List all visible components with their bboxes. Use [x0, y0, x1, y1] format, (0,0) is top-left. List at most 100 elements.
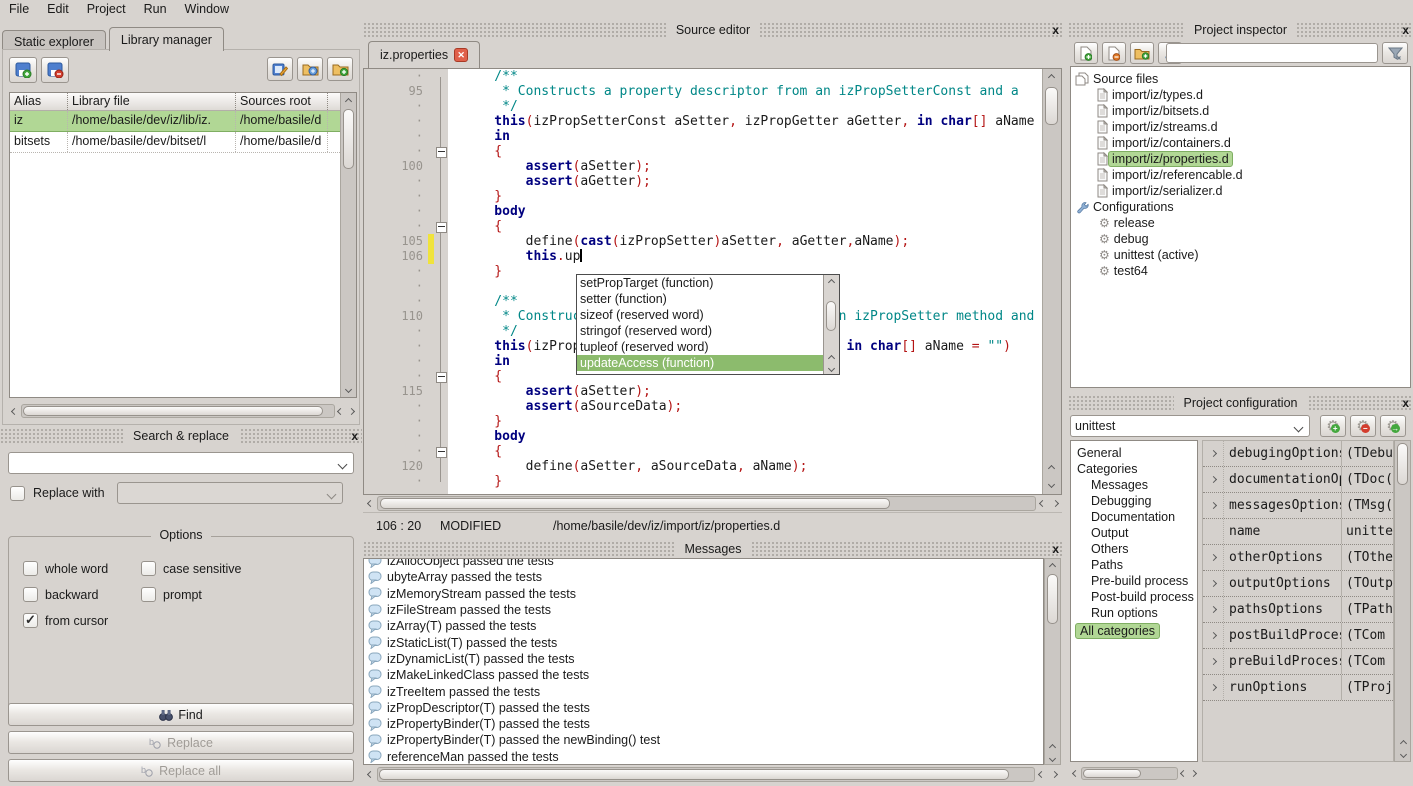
- message-item[interactable]: izPropertyBinder(T) passed the newBindin…: [364, 732, 1043, 748]
- library-edit-button[interactable]: [267, 57, 293, 81]
- code-line[interactable]: }: [463, 189, 1042, 204]
- completion-item[interactable]: updateAccess (function): [577, 355, 823, 371]
- search-input[interactable]: [8, 452, 354, 474]
- row-expander[interactable]: [1203, 493, 1224, 518]
- option-case-sensitive[interactable]: case sensitive: [141, 561, 242, 576]
- scroll-up2-icon[interactable]: [1045, 742, 1059, 752]
- tree-item-file[interactable]: import/iz/containers.d: [1075, 135, 1410, 151]
- scroll-left2-icon[interactable]: [1035, 768, 1047, 782]
- option-row[interactable]: messagesOptions(TMsg(: [1203, 493, 1393, 519]
- row-expander[interactable]: [1203, 545, 1224, 570]
- expand-icon[interactable]: [1209, 606, 1216, 613]
- message-item[interactable]: izFileStream passed the tests: [364, 602, 1043, 618]
- inspector-filter-input[interactable]: [1166, 43, 1378, 63]
- tree-item-file[interactable]: import/iz/properties.d: [1075, 151, 1410, 167]
- scroll-down-icon[interactable]: [341, 382, 355, 396]
- library-row[interactable]: bitsets/home/basile/dev/bitset/l/home/ba…: [10, 132, 356, 153]
- completion-item[interactable]: setPropTarget (function): [577, 275, 823, 291]
- option-row[interactable]: pathsOptions(TPath: [1203, 597, 1393, 623]
- code-line[interactable]: assert(aSetter);: [463, 159, 1042, 174]
- tree-item-file[interactable]: import/iz/referencable.d: [1075, 167, 1410, 183]
- code-line[interactable]: define(aSetter, aSourceData, aName);: [463, 459, 1042, 474]
- scroll-up-icon[interactable]: [824, 275, 838, 289]
- scroll-left-icon[interactable]: [1070, 766, 1081, 780]
- option-row[interactable]: documentationOpti(TDoc(: [1203, 467, 1393, 493]
- library-hscrollbar[interactable]: [7, 403, 357, 419]
- code-line[interactable]: body: [463, 204, 1042, 219]
- checkbox[interactable]: [141, 587, 156, 602]
- categories-hscrollbar[interactable]: [1070, 765, 1198, 781]
- fold-collapse-icon[interactable]: [436, 447, 447, 458]
- library-remove-button[interactable]: [41, 57, 69, 83]
- replace-input[interactable]: [117, 482, 343, 504]
- tree-item-configuration[interactable]: ⚙release: [1075, 215, 1410, 231]
- completion-item[interactable]: sizeof (reserved word): [577, 307, 823, 323]
- chevron-down-icon[interactable]: [1294, 423, 1304, 433]
- messages-list[interactable]: izAllocObject passed the testsubyteArray…: [363, 558, 1044, 765]
- menu-run[interactable]: Run: [135, 0, 176, 19]
- library-row[interactable]: iz/home/basile/dev/iz/lib/iz./home/basil…: [10, 111, 356, 132]
- message-item[interactable]: izArray(T) passed the tests: [364, 618, 1043, 634]
- tree-item-file[interactable]: import/iz/streams.d: [1075, 119, 1410, 135]
- expand-icon[interactable]: [1209, 502, 1216, 509]
- expand-icon[interactable]: [1209, 632, 1216, 639]
- row-expander[interactable]: [1203, 675, 1224, 700]
- scroll-left2-icon[interactable]: [1178, 766, 1188, 780]
- close-icon[interactable]: x: [1052, 22, 1059, 38]
- option-row[interactable]: runOptions(TProje: [1203, 675, 1393, 701]
- code-line[interactable]: assert(aSetter);: [463, 384, 1042, 399]
- scroll-up-icon[interactable]: [1045, 559, 1059, 573]
- scroll-left-icon[interactable]: [363, 497, 377, 511]
- tab-close-icon[interactable]: ✕: [454, 48, 468, 62]
- category-item[interactable]: Paths: [1075, 557, 1197, 573]
- message-item[interactable]: izDynamicList(T) passed the tests: [364, 651, 1043, 667]
- row-expander[interactable]: [1203, 649, 1224, 674]
- code-line[interactable]: this(izPropSetterConst aSetter, izPropGe…: [463, 114, 1042, 129]
- replace-all-button[interactable]: b Replace all: [8, 759, 354, 782]
- option-row[interactable]: outputOptions(TOutp: [1203, 571, 1393, 597]
- code-line[interactable]: this.up: [463, 249, 1042, 264]
- configuration-categories[interactable]: GeneralCategoriesMessagesDebuggingDocume…: [1070, 440, 1198, 762]
- library-table-vscrollbar[interactable]: [340, 93, 356, 397]
- file-add-button[interactable]: [1074, 42, 1098, 64]
- option-row[interactable]: preBuildProcess(TCom: [1203, 649, 1393, 675]
- menu-project[interactable]: Project: [78, 0, 135, 19]
- category-item[interactable]: Run options: [1075, 605, 1197, 621]
- option-row[interactable]: debugingOptions(TDebu: [1203, 441, 1393, 467]
- row-expander[interactable]: [1203, 623, 1224, 648]
- tree-item-configuration[interactable]: ⚙debug: [1075, 231, 1410, 247]
- option-whole-word[interactable]: whole word: [23, 561, 108, 576]
- configuration-add-button[interactable]: ⚙+: [1320, 415, 1346, 437]
- replace-button[interactable]: b Replace: [8, 731, 354, 754]
- expand-icon[interactable]: [1209, 658, 1216, 665]
- checkbox[interactable]: [141, 561, 156, 576]
- option-row[interactable]: otherOptions(TOthe: [1203, 545, 1393, 571]
- category-all[interactable]: All categories: [1075, 623, 1197, 639]
- scroll-left2-icon[interactable]: [335, 404, 346, 418]
- scroll-down-icon[interactable]: [1045, 753, 1059, 763]
- category-item[interactable]: Pre-build process: [1075, 573, 1197, 589]
- tree-item-configuration[interactable]: ⚙unittest (active): [1075, 247, 1410, 263]
- checkbox[interactable]: [23, 613, 38, 628]
- configuration-options-grid[interactable]: debugingOptions(TDebudocumentationOpti(T…: [1202, 440, 1394, 762]
- configuration-selector[interactable]: unittest: [1070, 415, 1310, 437]
- options-vscrollbar[interactable]: [1394, 440, 1411, 762]
- column-header[interactable]: Library file: [68, 93, 236, 110]
- message-item[interactable]: izPropDescriptor(T) passed the tests: [364, 700, 1043, 716]
- category-item[interactable]: Others: [1075, 541, 1197, 557]
- code-line[interactable]: {: [463, 144, 1042, 159]
- expand-icon[interactable]: [1209, 476, 1216, 483]
- row-expander[interactable]: [1203, 597, 1224, 622]
- tree-root-configurations[interactable]: Configurations: [1075, 199, 1410, 215]
- row-expander[interactable]: [1203, 441, 1224, 466]
- message-item[interactable]: izTreeItem passed the tests: [364, 683, 1043, 699]
- option-row[interactable]: postBuildProcess(TCom: [1203, 623, 1393, 649]
- option-backward[interactable]: backward: [23, 587, 99, 602]
- scroll-down-icon[interactable]: [1396, 749, 1410, 759]
- file-remove-button[interactable]: [1102, 42, 1126, 64]
- message-item[interactable]: izMemoryStream passed the tests: [364, 586, 1043, 602]
- code-line[interactable]: in: [463, 129, 1042, 144]
- code-line[interactable]: assert(aSourceData);: [463, 399, 1042, 414]
- scroll-left-icon[interactable]: [7, 404, 21, 418]
- filter-button[interactable]: [1382, 42, 1408, 64]
